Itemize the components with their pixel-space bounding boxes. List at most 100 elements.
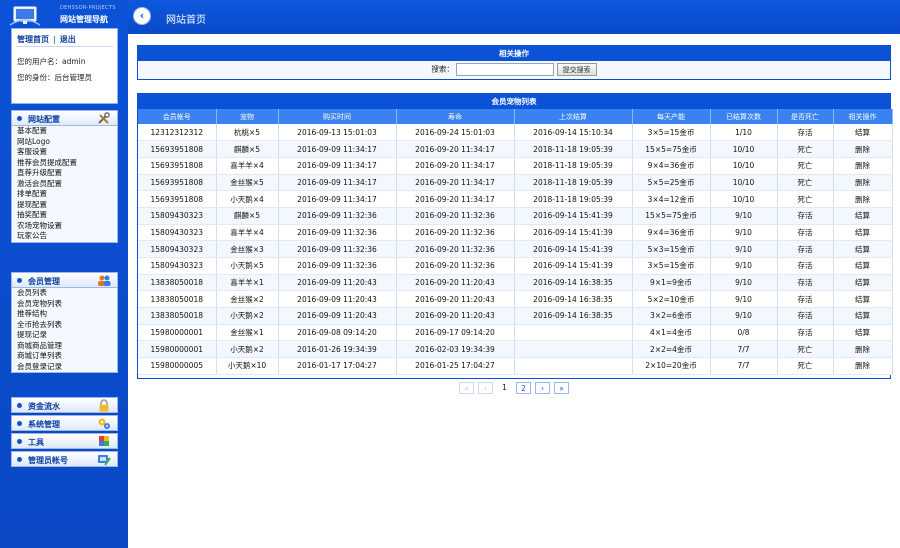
row-action-link[interactable]: 结算 [833, 257, 893, 275]
table-cell: 死亡 [777, 157, 834, 175]
table-cell: 2016-09-14 15:41:39 [514, 257, 633, 275]
row-action-link[interactable]: 结算 [833, 274, 893, 292]
row-action-link[interactable]: 结算 [833, 290, 893, 309]
table-header-row: 会员帐号 宠物 购买时间 寿命 上次结算 每天产能 已结算次数 是否死亡 相关操作 [138, 109, 893, 124]
row-action-link[interactable]: 删除 [833, 357, 893, 375]
bullet-icon [17, 278, 22, 283]
table-cell: 金丝猴×2 [216, 290, 279, 309]
menu-item-player-notice[interactable]: 玩家公告 [12, 231, 117, 242]
menu-item-login-records[interactable]: 会员登录记录 [12, 362, 117, 373]
menu-item-mall-orders[interactable]: 商城订单列表 [12, 351, 117, 362]
row-action-link[interactable]: 结算 [833, 207, 893, 225]
search-input[interactable] [456, 63, 555, 76]
table-cell: 2016-09-20 11:34:17 [396, 190, 515, 208]
row-action-link[interactable]: 结算 [833, 224, 893, 242]
menu-item-farm-pet-settings[interactable]: 农场宠物设置 [12, 221, 117, 232]
table-cell: 杭桃×5 [216, 124, 279, 142]
role-label: 您的身份： [17, 73, 55, 82]
table-cell: 15×5=75金币 [632, 140, 711, 158]
table-cell: 2016-01-17 17:04:27 [278, 357, 397, 375]
column-header: 是否死亡 [777, 109, 834, 124]
table-row: 15980000001 金丝猴×1 2016-09-08 09:14:20 2016-… [138, 324, 893, 342]
page-2-button[interactable]: 2 [516, 382, 531, 394]
prev-page-button[interactable]: ‹ [478, 382, 493, 394]
table-cell: 死亡 [777, 190, 834, 208]
table-cell: 麒麟×5 [216, 207, 279, 225]
table-cell: 2016-09-14 16:38:35 [514, 290, 633, 309]
menu-item-site-logo[interactable]: 网站Logo [12, 137, 117, 148]
menu-item-lottery-config[interactable]: 抽奖配置 [12, 210, 117, 221]
menu-item-coin-list[interactable]: 全币抢去列表 [12, 320, 117, 331]
menu-item-member-list[interactable]: 会员列表 [12, 288, 117, 299]
table-cell: 2016-09-14 16:38:35 [514, 307, 633, 325]
table-cell: 小天鹅×4 [216, 190, 279, 208]
table-cell: 2018-11-18 19:05:39 [514, 157, 633, 175]
row-action-link[interactable]: 结算 [833, 307, 893, 325]
table-cell: 2×10=20金币 [632, 357, 711, 375]
menu-head-site-config[interactable]: 网站配置 [11, 110, 118, 126]
menu-head-system-manage[interactable]: 系统管理 [11, 415, 118, 431]
first-page-button[interactable]: « [459, 382, 474, 394]
row-action-link[interactable]: 结算 [833, 324, 893, 342]
row-action-link[interactable]: 删除 [833, 157, 893, 175]
table-cell: 金丝猴×3 [216, 240, 279, 258]
row-action-link[interactable]: 删除 [833, 340, 893, 359]
table-row: 15809430323 金丝猴×3 2016-09-09 11:32:36 2016-… [138, 240, 893, 258]
page-title: 网站首页 [166, 15, 206, 26]
role-row: 您的身份：后台管理员 [17, 72, 92, 83]
menu-item-queue-config[interactable]: 排单配置 [12, 189, 117, 200]
list-title: 会员宠物列表 [138, 94, 890, 109]
column-header: 宠物 [216, 109, 279, 124]
table-cell: 2016-09-14 15:41:39 [514, 240, 633, 258]
logout-link[interactable]: 退出 [60, 35, 76, 44]
search-panel-title: 相关操作 [138, 46, 890, 61]
table-cell: 小天鹅×2 [216, 340, 279, 359]
menu-head-member-manage[interactable]: 会员管理 [11, 272, 118, 288]
row-action-link[interactable]: 结算 [833, 240, 893, 258]
menu-head-tools[interactable]: 工具 [11, 433, 118, 449]
table-cell: 9/10 [710, 274, 778, 292]
submit-search-button[interactable]: 提交搜索 [556, 63, 597, 76]
menu-item-basic-config[interactable]: 基本配置 [12, 126, 117, 137]
user-links: 管理首页 | 退出 [17, 34, 76, 45]
row-action-link[interactable]: 删除 [833, 174, 893, 192]
users-icon [98, 275, 111, 286]
table-cell: 10/10 [710, 174, 778, 192]
back-button[interactable]: ‹ [133, 7, 151, 25]
last-page-button[interactable]: » [554, 382, 569, 394]
menu-item-activation-config[interactable]: 激活会员配置 [12, 179, 117, 190]
next-page-button[interactable]: › [535, 382, 550, 394]
table-cell: 0/8 [710, 324, 778, 342]
member-pet-table: 会员帐号 宠物 购买时间 寿命 上次结算 每天产能 已结算次数 是否死亡 相关操作 123123… [138, 109, 893, 375]
table-cell: 9/10 [710, 257, 778, 275]
menu-head-fund-flow[interactable]: 资金流水 [11, 397, 118, 413]
row-action-link[interactable]: 删除 [833, 190, 893, 208]
table-row: 15809430323 麒麟×5 2016-09-09 11:32:36 2016-0… [138, 207, 893, 225]
menu-item-withdraw-config[interactable]: 提现配置 [12, 200, 117, 211]
table-cell: 9/10 [710, 207, 778, 225]
admin-home-link[interactable]: 管理首页 [17, 35, 49, 44]
menu-item-referral-commission[interactable]: 推荐会员提成配置 [12, 158, 117, 169]
menu-item-referral-tree[interactable]: 推荐结构 [12, 309, 117, 320]
table-cell: 麒麟×5 [216, 140, 279, 158]
lock-icon [99, 399, 109, 412]
menu-head-admin-accounts[interactable]: 管理员帐号 [11, 451, 118, 467]
table-row: 13838050018 小天鹅×2 2016-09-09 11:20:43 2016-… [138, 307, 893, 325]
table-cell: 2016-01-26 19:34:39 [278, 340, 397, 359]
bullet-icon [17, 439, 22, 444]
menu-list-member-manage: 会员列表 会员宠物列表 推荐结构 全币抢去列表 提现记录 商城商品管理 商城订单… [11, 288, 118, 373]
menu-item-member-pets[interactable]: 会员宠物列表 [12, 299, 117, 310]
table-cell: 12312312312 [138, 124, 217, 142]
menu-item-mall-products[interactable]: 商城商品管理 [12, 341, 117, 352]
table-cell: 死亡 [777, 140, 834, 158]
menu-item-withdraw-records[interactable]: 提现记录 [12, 330, 117, 341]
table-cell: 2016-09-09 11:32:36 [278, 207, 397, 225]
menu-item-upgrade-config[interactable]: 直荐升级配置 [12, 168, 117, 179]
table-cell: 存活 [777, 224, 834, 242]
table-cell: 2018-11-18 19:05:39 [514, 174, 633, 192]
divider [16, 46, 113, 47]
top-bar: ‹ 网站首页 [128, 0, 900, 34]
row-action-link[interactable]: 结算 [833, 124, 893, 142]
row-action-link[interactable]: 删除 [833, 140, 893, 158]
menu-item-service-settings[interactable]: 客服设置 [12, 147, 117, 158]
